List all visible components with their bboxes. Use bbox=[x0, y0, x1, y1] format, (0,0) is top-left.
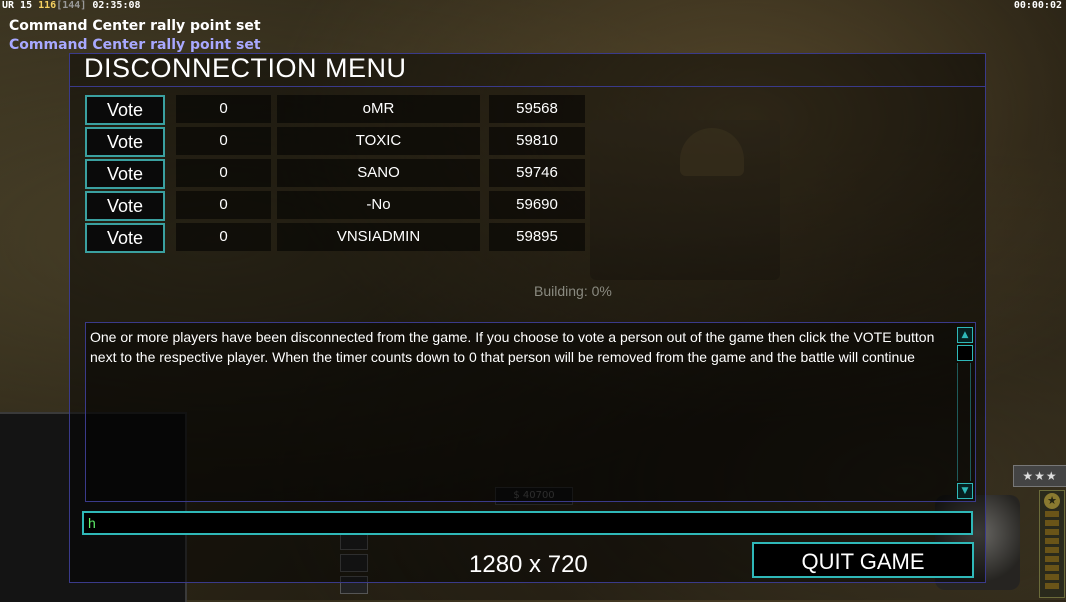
vote-button[interactable]: Vote bbox=[85, 159, 165, 189]
resolution-label: 1280 x 720 bbox=[469, 551, 588, 578]
vote-button[interactable]: Vote bbox=[85, 191, 165, 221]
vote-count: 0 bbox=[176, 223, 271, 251]
player-timer: 59810 bbox=[489, 127, 585, 155]
scroll-down-button[interactable]: ▼ bbox=[957, 483, 973, 499]
player-timer: 59690 bbox=[489, 191, 585, 219]
rank-stars: ★★★ bbox=[1013, 465, 1066, 487]
vote-button[interactable]: Vote bbox=[85, 127, 165, 157]
vote-button[interactable]: Vote bbox=[85, 223, 165, 253]
player-name: SANO bbox=[277, 159, 480, 187]
hud-money: 116 bbox=[38, 0, 57, 11]
hud-timer: 00:00:02 bbox=[1013, 0, 1062, 11]
player-timer: 59568 bbox=[489, 95, 585, 123]
quit-game-button[interactable]: QUIT GAME bbox=[752, 542, 974, 578]
vote-count: 0 bbox=[176, 159, 271, 187]
chat-input[interactable] bbox=[82, 511, 973, 535]
player-name: -No bbox=[277, 191, 480, 219]
player-timer: 59895 bbox=[489, 223, 585, 251]
star-icon: ★ bbox=[1044, 493, 1060, 509]
scrollbar-thumb[interactable] bbox=[957, 345, 973, 361]
hud-stats: UR 15 116[144] 02:35:08 bbox=[2, 0, 141, 11]
vote-count: 0 bbox=[176, 95, 271, 123]
title-divider bbox=[69, 86, 985, 87]
hud-clock: 02:35:08 bbox=[92, 0, 141, 11]
game-message: Command Center rally point set bbox=[9, 18, 261, 34]
message-box[interactable]: One or more players have been disconnect… bbox=[85, 322, 976, 502]
scrollbar-track[interactable] bbox=[957, 363, 971, 481]
player-name: oMR bbox=[277, 95, 480, 123]
power-meter: ★ bbox=[1039, 490, 1065, 598]
player-name: VNSIADMIN bbox=[277, 223, 480, 251]
disconnect-message: One or more players have been disconnect… bbox=[90, 329, 935, 365]
vote-count: 0 bbox=[176, 127, 271, 155]
hud-bracket: [144] bbox=[56, 0, 87, 11]
vote-count: 0 bbox=[176, 191, 271, 219]
building-status: Building: 0% bbox=[534, 283, 612, 299]
scroll-up-button[interactable]: ▲ bbox=[957, 327, 973, 343]
player-timer: 59746 bbox=[489, 159, 585, 187]
dialog-title: DISCONNECTION MENU bbox=[84, 53, 407, 83]
player-name: TOXIC bbox=[277, 127, 480, 155]
game-message: Command Center rally point set bbox=[9, 37, 261, 53]
hud-rank: UR 15 bbox=[2, 0, 33, 11]
vote-button[interactable]: Vote bbox=[85, 95, 165, 125]
